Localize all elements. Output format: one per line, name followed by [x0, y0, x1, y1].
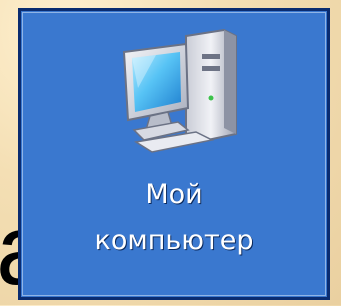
my-computer-icon: [122, 28, 237, 153]
icon-label-line-1: Мой: [145, 179, 203, 210]
icon-label-line-2: компьютер: [94, 225, 254, 256]
my-computer-desktop-icon[interactable]: Мой компьютер: [18, 8, 330, 300]
